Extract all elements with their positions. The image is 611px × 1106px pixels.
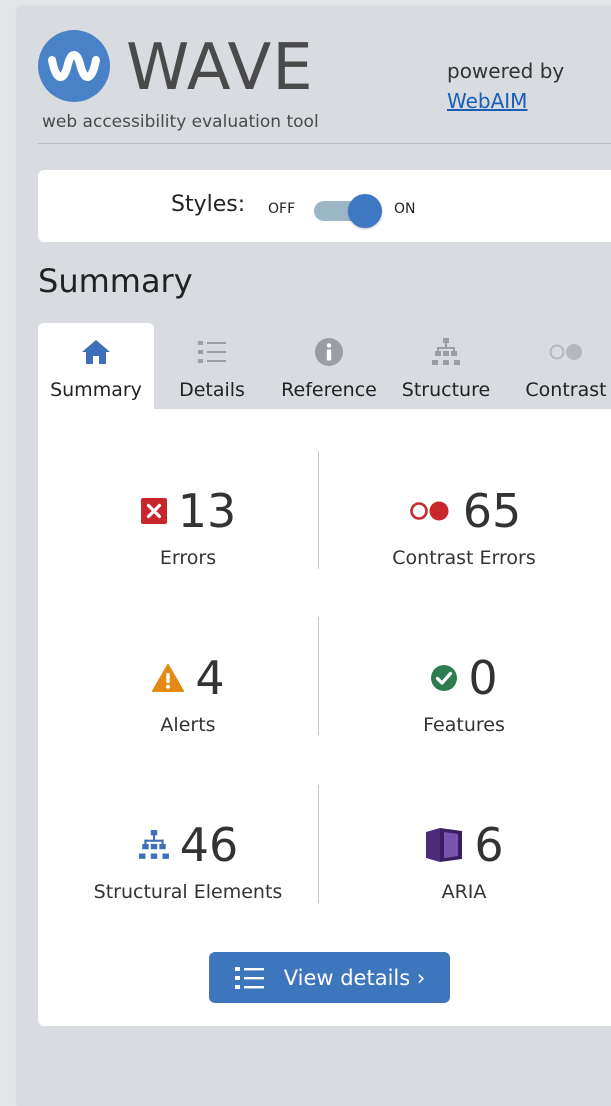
tab-summary-label: Summary <box>50 379 142 401</box>
structure-icon <box>432 338 460 365</box>
contrast-error-icon <box>409 501 449 521</box>
tab-reference[interactable]: Reference <box>270 323 388 409</box>
tab-details[interactable]: Details <box>154 323 270 409</box>
styles-label: Styles: <box>171 192 246 217</box>
stat-structural-elements[interactable]: 46 Structural Elements <box>48 815 328 903</box>
stat-alerts[interactable]: 4 Alerts <box>48 648 328 736</box>
tab-contrast[interactable]: Contrast <box>504 323 611 409</box>
structural-count: 46 <box>179 818 239 872</box>
features-count: 0 <box>468 651 498 705</box>
list-icon <box>198 341 226 363</box>
aria-count: 6 <box>474 818 504 872</box>
aria-icon <box>426 828 463 862</box>
tab-structure-label: Structure <box>401 379 491 401</box>
alerts-label: Alerts <box>160 714 216 736</box>
contrast-icon <box>549 344 582 360</box>
styles-toggle-knob[interactable] <box>348 194 382 228</box>
toggle-off-label: OFF <box>268 201 296 217</box>
tab-details-label: Details <box>179 379 245 401</box>
contrast-errors-count: 65 <box>462 484 522 538</box>
wave-logo-icon <box>38 30 110 102</box>
tab-bar: Summary Details Reference Structure Cont… <box>38 323 611 409</box>
toggle-on-label: ON <box>394 201 416 217</box>
wave-logo-text: WAVE <box>126 31 314 105</box>
view-details-button[interactable]: View details › <box>209 952 450 1003</box>
stat-aria[interactable]: 6 ARIA <box>324 815 604 903</box>
aria-label: ARIA <box>441 881 487 903</box>
error-icon <box>140 498 167 524</box>
alert-icon <box>152 664 185 692</box>
stat-contrast-errors[interactable]: 65 Contrast Errors <box>324 481 604 569</box>
page-title: Summary <box>38 262 193 300</box>
structural-label: Structural Elements <box>93 881 283 903</box>
info-icon <box>315 338 343 366</box>
powered-by-text: powered by <box>447 59 565 83</box>
tab-structure[interactable]: Structure <box>388 323 504 409</box>
features-label: Features <box>423 714 505 736</box>
tagline: web accessibility evaluation tool <box>42 112 319 132</box>
feature-check-icon <box>431 665 458 691</box>
alerts-count: 4 <box>195 651 225 705</box>
summary-card: 13 Errors 65 Contrast Errors 4 Alerts 0 … <box>38 409 611 1026</box>
home-icon <box>82 340 110 364</box>
errors-count: 13 <box>177 484 237 538</box>
stat-features[interactable]: 0 Features <box>324 648 604 736</box>
tab-reference-label: Reference <box>281 379 377 401</box>
view-details-label: View details › <box>283 965 426 990</box>
stat-errors[interactable]: 13 Errors <box>48 481 328 569</box>
powered-by: powered by WebAIM <box>447 56 564 116</box>
errors-label: Errors <box>159 547 217 569</box>
tab-contrast-label: Contrast <box>525 379 607 401</box>
list-icon <box>234 966 264 989</box>
webaim-link[interactable]: WebAIM <box>447 86 564 116</box>
contrast-errors-label: Contrast Errors <box>392 547 536 569</box>
structure-icon <box>138 830 169 859</box>
tab-summary[interactable]: Summary <box>38 323 154 409</box>
styles-toggle-box: Styles: OFF ON <box>38 170 611 242</box>
header-divider <box>38 143 611 144</box>
